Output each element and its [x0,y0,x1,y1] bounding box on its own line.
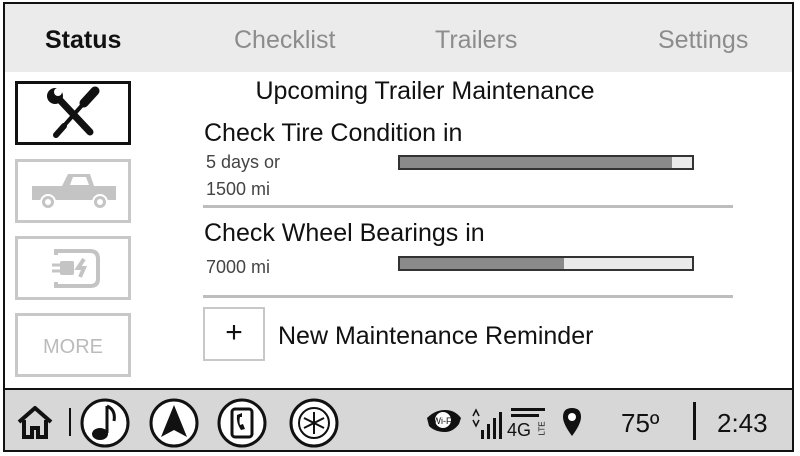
wrench-screwdriver-icon [47,86,100,138]
tab-bar: Status Checklist Trailers Settings [5,4,792,72]
location-pin-icon [563,408,581,436]
divider [693,402,696,440]
wheel-bearings-progress-fill [400,258,564,269]
trailer-plug-icon [52,249,100,288]
page-title: Upcoming Trailer Maintenance [255,77,595,105]
tire-condition-days: 5 days or [206,152,281,172]
music-note-icon[interactable] [79,397,131,449]
sidebar-vehicle-button[interactable] [15,159,131,223]
tab-settings[interactable]: Settings [658,26,748,55]
signal-bars-icon [472,408,502,439]
sidebar-more-button[interactable]: MORE [15,313,131,377]
divider [69,408,71,436]
sidebar-maintenance-button[interactable] [15,81,131,145]
wheel-bearings-title: Check Wheel Bearings in [204,219,485,247]
lte-label: LTE [537,421,547,436]
navigation-arrow-icon[interactable] [148,397,200,449]
temperature-readout: 75º [621,408,660,438]
tire-condition-title: Check Tire Condition in [204,119,463,147]
network-type-label: 4G [507,420,532,440]
wifi-label: Wi-Fi [433,416,454,426]
tire-condition-progress-fill [400,157,672,168]
home-icon[interactable] [15,404,55,440]
climate-fan-icon[interactable] [288,397,340,449]
sidebar-connection-button[interactable] [15,236,131,300]
add-reminder-button[interactable]: + [203,307,265,361]
bottom-status-bar: Wi-Fi 4G LTE 75º 2:43 [5,388,792,450]
more-label: MORE [43,336,103,358]
signal-line [511,414,539,417]
wifi-icon: Wi-Fi [427,410,461,432]
clock: 2:43 [717,408,768,438]
wheel-bearings-progress-bar [398,256,694,271]
tab-checklist[interactable]: Checklist [234,26,335,55]
tab-trailers[interactable]: Trailers [435,26,517,55]
phone-icon[interactable] [216,397,268,449]
tire-condition-progress-bar [398,155,694,170]
wheel-bearings-miles: 7000 mi [206,257,271,277]
infotainment-screen: Status Checklist Trailers Settings MORE … [3,2,794,452]
divider [203,295,733,298]
pickup-truck-icon [32,174,116,210]
divider [203,205,733,208]
add-reminder-label[interactable]: New Maintenance Reminder [278,322,593,351]
tire-condition-miles: 1500 mi [206,179,271,199]
signal-line [511,408,545,411]
tab-status[interactable]: Status [45,26,121,55]
